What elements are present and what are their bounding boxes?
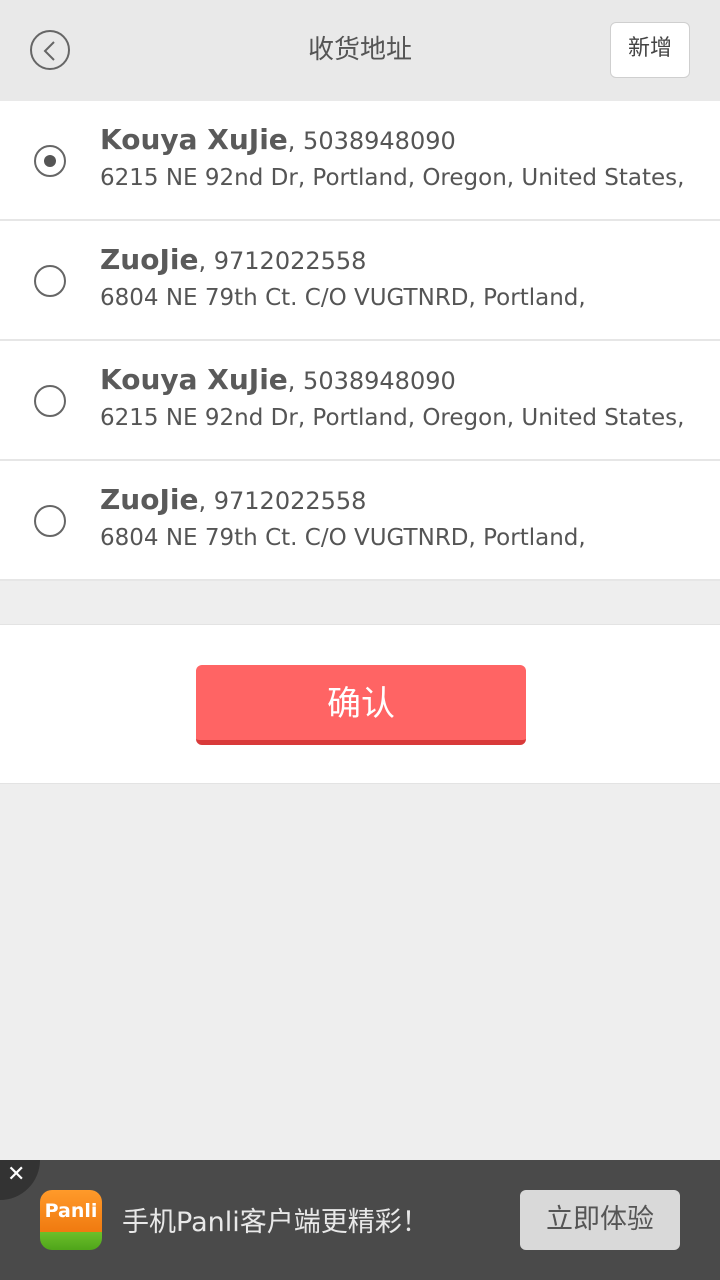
address-radio[interactable] bbox=[34, 145, 66, 177]
address-item[interactable]: ZuoJie, 9712022558 6804 NE 79th Ct. C/O … bbox=[0, 221, 720, 341]
recipient-name: Kouya XuJie bbox=[100, 363, 288, 396]
try-now-button[interactable]: 立即体验 bbox=[520, 1190, 680, 1250]
confirm-button[interactable]: 确认 bbox=[196, 665, 526, 745]
radio-dot-icon bbox=[44, 155, 56, 167]
address-radio[interactable] bbox=[34, 505, 66, 537]
recipient-name: ZuoJie bbox=[100, 483, 199, 516]
banner-close-button[interactable]: ✕ bbox=[0, 1160, 40, 1200]
recipient-name: Kouya XuJie bbox=[100, 123, 288, 156]
address-text: 6804 NE 79th Ct. C/O VUGTNRD, Portland, bbox=[100, 525, 586, 551]
banner-text: 手机Panli客户端更精彩！ bbox=[122, 1207, 429, 1238]
address-list: Kouya XuJie, 5038948090 6215 NE 92nd Dr,… bbox=[0, 101, 720, 581]
recipient-phone: , 5038948090 bbox=[287, 367, 456, 395]
back-button[interactable] bbox=[30, 30, 70, 70]
app-download-banner: ✕ Panli 手机Panli客户端更精彩！ 立即体验 bbox=[0, 1160, 720, 1280]
recipient-phone: , 9712022558 bbox=[198, 487, 367, 515]
address-radio[interactable] bbox=[34, 265, 66, 297]
address-contact: Kouya XuJie, 5038948090 bbox=[100, 363, 456, 396]
panli-logo: Panli bbox=[40, 1190, 102, 1250]
address-text: 6215 NE 92nd Dr, Portland, Oregon, Unite… bbox=[100, 165, 685, 191]
top-bar: 收货地址 新增 bbox=[0, 0, 720, 101]
address-text: 6215 NE 92nd Dr, Portland, Oregon, Unite… bbox=[100, 405, 685, 431]
chevron-left-icon bbox=[43, 41, 55, 61]
add-address-button[interactable]: 新增 bbox=[610, 22, 690, 78]
address-item[interactable]: Kouya XuJie, 5038948090 6215 NE 92nd Dr,… bbox=[0, 341, 720, 461]
recipient-phone: , 9712022558 bbox=[198, 247, 367, 275]
recipient-phone: , 5038948090 bbox=[287, 127, 456, 155]
logo-text: Panli bbox=[44, 1200, 98, 1222]
address-contact: ZuoJie, 9712022558 bbox=[100, 483, 366, 516]
address-text: 6804 NE 79th Ct. C/O VUGTNRD, Portland, bbox=[100, 285, 586, 311]
close-icon: ✕ bbox=[7, 1162, 26, 1187]
address-item[interactable]: ZuoJie, 9712022558 6804 NE 79th Ct. C/O … bbox=[0, 461, 720, 581]
address-contact: Kouya XuJie, 5038948090 bbox=[100, 123, 456, 156]
confirm-section: 确认 bbox=[0, 624, 720, 784]
address-item[interactable]: Kouya XuJie, 5038948090 6215 NE 92nd Dr,… bbox=[0, 101, 720, 221]
address-contact: ZuoJie, 9712022558 bbox=[100, 243, 366, 276]
address-radio[interactable] bbox=[34, 385, 66, 417]
recipient-name: ZuoJie bbox=[100, 243, 199, 276]
